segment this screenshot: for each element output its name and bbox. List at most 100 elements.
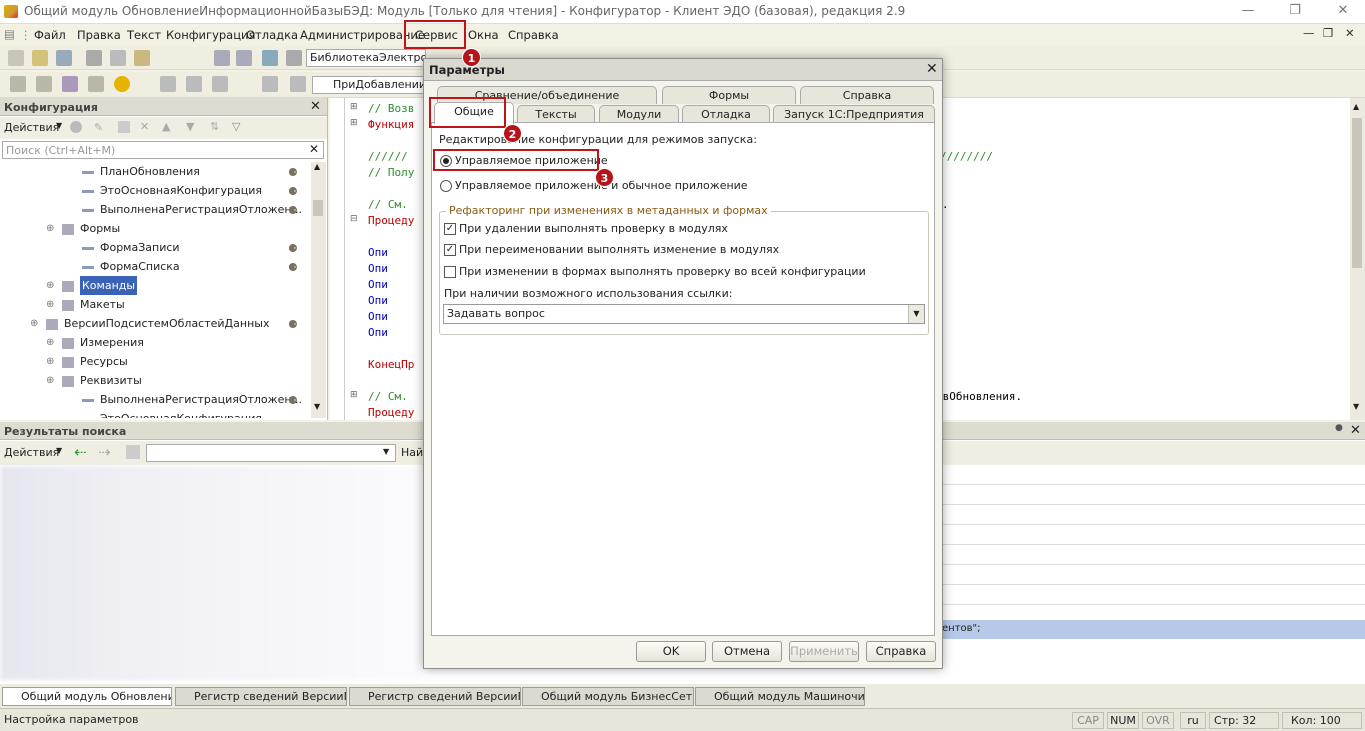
task-3[interactable]: Регистр сведений ВерсииП... bbox=[349, 687, 521, 706]
search-history-combo[interactable] bbox=[146, 444, 396, 462]
filter-icon[interactable]: ▽ bbox=[232, 120, 240, 133]
scroll-up-icon[interactable]: ▲ bbox=[314, 162, 320, 171]
ref-select[interactable]: Задавать вопрос ▼ bbox=[443, 304, 925, 324]
system-menu-icon[interactable]: ▤ bbox=[4, 27, 15, 41]
menu-help[interactable]: Справка bbox=[508, 28, 559, 42]
history-dropdown-icon[interactable]: ▼ bbox=[383, 447, 389, 456]
lang-indicator[interactable]: ru bbox=[1180, 712, 1206, 729]
task-4[interactable]: Общий модуль БизнесСеть:... bbox=[522, 687, 694, 706]
check-forms[interactable] bbox=[444, 266, 456, 278]
save-icon[interactable] bbox=[56, 50, 72, 66]
copy-results-icon[interactable] bbox=[126, 445, 140, 459]
run-icon[interactable] bbox=[114, 76, 130, 92]
help-button[interactable]: Справка bbox=[866, 641, 936, 662]
actions-dropdown-icon[interactable]: ▼ bbox=[56, 121, 62, 130]
tab-forms[interactable]: Формы bbox=[662, 86, 796, 104]
new-icon[interactable] bbox=[8, 50, 24, 66]
tree-item[interactable]: ⊕ Формы bbox=[0, 219, 310, 238]
tree-item[interactable]: ⊕ Ресурсы bbox=[0, 352, 310, 371]
tree-item[interactable]: ФормаСписка ⚈ bbox=[0, 257, 310, 276]
cut-icon[interactable] bbox=[86, 50, 102, 66]
procedure-icon[interactable] bbox=[290, 76, 306, 92]
task-5[interactable]: Общий модуль Машиночита... bbox=[695, 687, 865, 706]
cancel-button[interactable]: Отмена bbox=[712, 641, 782, 662]
prev-icon[interactable]: ⇠ bbox=[74, 443, 87, 461]
ref-select-dropdown-icon[interactable]: ▼ bbox=[908, 305, 924, 323]
tab-texts[interactable]: Тексты bbox=[517, 105, 595, 123]
restore-icon[interactable]: ❐ bbox=[1285, 2, 1305, 20]
compare-icon[interactable] bbox=[36, 76, 52, 92]
code-scroll-down-icon[interactable]: ▼ bbox=[1353, 402, 1359, 411]
tree-item[interactable]: ЭтоОсновнаяКонфигурация ⚈ bbox=[0, 181, 310, 200]
code-scrollbar[interactable]: ▲ ▼ bbox=[1350, 98, 1365, 420]
add-icon[interactable] bbox=[70, 121, 82, 133]
tree-item[interactable]: ⊕ ВерсииПодсистемОбластейДанных ⚈ bbox=[0, 314, 310, 333]
tree-scrollbar[interactable]: ▲ ▼ bbox=[311, 162, 326, 418]
delete-icon[interactable]: ✕ bbox=[140, 120, 149, 133]
expand-icon[interactable]: ⊕ bbox=[30, 314, 38, 333]
tab-help[interactable]: Справка bbox=[800, 86, 934, 104]
tree-item[interactable]: ⊕ Команды bbox=[0, 276, 310, 295]
search-clear-icon[interactable]: ✕ bbox=[309, 142, 319, 156]
expand-icon[interactable]: ⊕ bbox=[46, 333, 54, 352]
code-scroll-up-icon[interactable]: ▲ bbox=[1353, 102, 1359, 111]
next-icon[interactable]: ⇢ bbox=[98, 443, 111, 461]
mdi-minimize-icon[interactable]: — bbox=[1303, 26, 1315, 40]
tree-item[interactable]: ⊕ Макеты bbox=[0, 295, 310, 314]
search-actions-dropdown-icon[interactable]: ▼ bbox=[56, 446, 62, 455]
mdi-close-icon[interactable]: ✕ bbox=[1345, 26, 1355, 40]
close-window-icon[interactable]: ✕ bbox=[1333, 2, 1353, 20]
syntax-icon[interactable] bbox=[160, 76, 176, 92]
fold-marker-icon[interactable]: ⊞ bbox=[350, 118, 358, 128]
move-up-icon[interactable]: ▲ bbox=[162, 120, 170, 133]
expand-icon[interactable]: ⊕ bbox=[46, 352, 54, 371]
update-db-icon[interactable] bbox=[62, 76, 78, 92]
fold-marker-icon[interactable]: ⊟ bbox=[350, 214, 358, 224]
search-results-close-icon[interactable]: ✕ bbox=[1350, 423, 1361, 438]
paste-icon[interactable] bbox=[134, 50, 150, 66]
task-2[interactable]: Регистр сведений ВерсииП... bbox=[175, 687, 347, 706]
search-actions-menu[interactable]: Действия bbox=[4, 446, 59, 459]
expand-icon[interactable]: ⊕ bbox=[46, 276, 54, 295]
copy-icon[interactable] bbox=[110, 50, 126, 66]
tree-item[interactable]: ПланОбновления ⚈ bbox=[0, 162, 310, 181]
minimize-icon[interactable]: — bbox=[1238, 2, 1258, 20]
procedure-combo[interactable]: ПриДобавленииП bbox=[312, 76, 424, 94]
config-panel-close-icon[interactable]: ✕ bbox=[310, 99, 321, 114]
dialog-close-icon[interactable]: ✕ bbox=[926, 61, 938, 77]
bookmark-icon[interactable] bbox=[262, 76, 278, 92]
expand-icon[interactable]: ⊕ bbox=[46, 219, 54, 238]
menu-file[interactable]: Файл bbox=[34, 28, 66, 42]
tab-debug[interactable]: Отладка bbox=[682, 105, 770, 123]
menu-debug[interactable]: Отладка bbox=[246, 28, 298, 42]
check-delete[interactable]: ✓ bbox=[444, 223, 456, 235]
search-icon[interactable] bbox=[286, 50, 302, 66]
undo-icon[interactable] bbox=[214, 50, 230, 66]
copy-item-icon[interactable] bbox=[118, 121, 130, 133]
apply-button[interactable]: Применить bbox=[789, 641, 859, 662]
radio-managed-and-ordinary[interactable] bbox=[440, 180, 452, 192]
tree-item[interactable]: ФормаЗаписи ⚈ bbox=[0, 238, 310, 257]
expand-icon[interactable]: ⊕ bbox=[46, 295, 54, 314]
tree-item[interactable]: ЭтоОсновнаяКонфигурация bbox=[0, 409, 310, 418]
pin-icon[interactable]: ● bbox=[1335, 423, 1343, 433]
find-icon[interactable] bbox=[262, 50, 278, 66]
scroll-down-icon[interactable]: ▼ bbox=[314, 402, 320, 411]
scroll-thumb[interactable] bbox=[313, 200, 323, 216]
task-1[interactable]: Общий модуль Обновление... bbox=[2, 687, 172, 706]
ok-button[interactable]: OK bbox=[636, 641, 706, 662]
mdi-restore-icon[interactable]: ❐ bbox=[1323, 26, 1333, 40]
tree-item[interactable]: ВыполненаРегистрацияОтложен... ⚈ bbox=[0, 200, 310, 219]
check-rename[interactable]: ✓ bbox=[444, 244, 456, 256]
tree-item[interactable]: ВыполненаРегистрацияОтложен... ⚈ bbox=[0, 390, 310, 409]
selected-result-row[interactable]: ентов"; bbox=[940, 620, 1365, 639]
format-icon[interactable] bbox=[212, 76, 228, 92]
menu-edit[interactable]: Правка bbox=[77, 28, 121, 42]
window-icon[interactable] bbox=[88, 76, 104, 92]
menu-windows[interactable]: Окна bbox=[468, 28, 499, 42]
tree-item[interactable]: ⊕ Реквизиты bbox=[0, 371, 310, 390]
redo-icon[interactable] bbox=[236, 50, 252, 66]
module-combo[interactable]: БиблиотекаЭлектронн bbox=[306, 49, 426, 67]
menu-configuration[interactable]: Конфигурация bbox=[166, 28, 255, 42]
edit-icon[interactable]: ✎ bbox=[94, 121, 103, 134]
